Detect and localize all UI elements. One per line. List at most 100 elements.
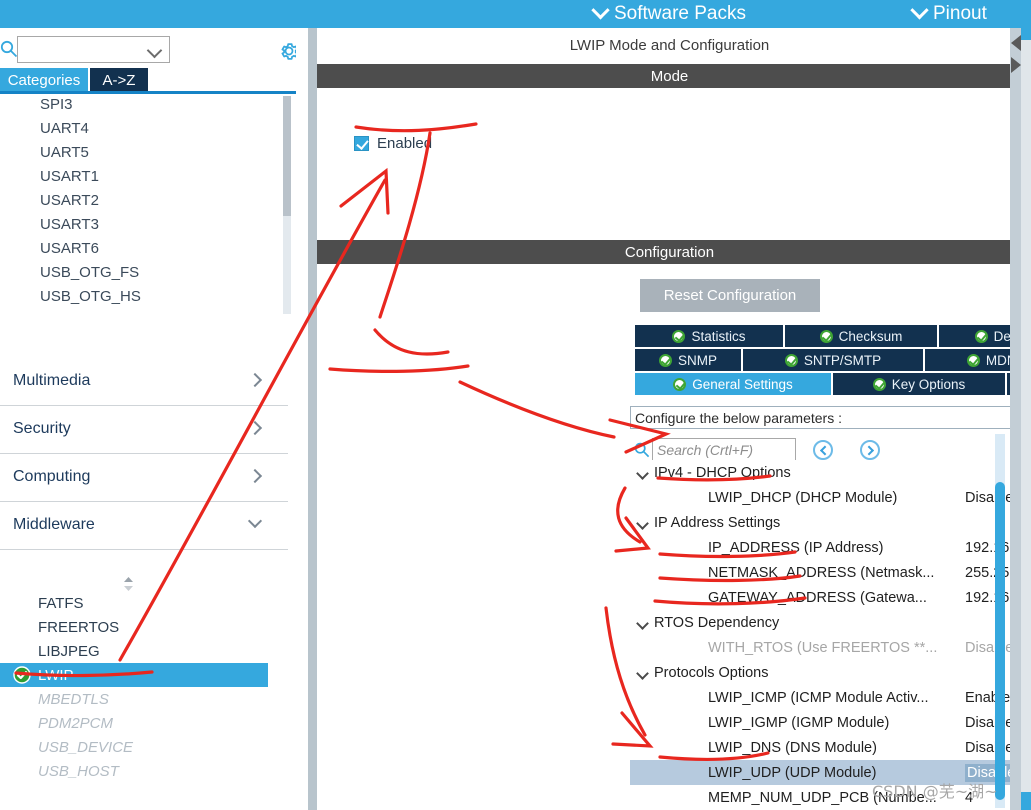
left-sidebar: Categories A->Z SPI3 UART4 UART5 USART1 USAR… [0,28,296,810]
enabled-checkbox-row[interactable]: Enabled [354,135,432,152]
tree-group-label: RTOS Dependency [654,614,780,631]
category-security[interactable]: Security [0,406,288,454]
category-computing[interactable]: Computing [0,454,288,502]
chevron-right-icon[interactable] [247,372,263,388]
peripheral-item[interactable]: UART5 [40,144,89,161]
window-scrollbar-track[interactable] [1021,28,1031,810]
chevron-right-icon[interactable] [247,468,263,484]
peripheral-item[interactable]: USART6 [40,240,99,257]
check-circle-icon [672,329,686,343]
tab-checksum[interactable]: Checksum [785,325,937,347]
category-label: Multimedia [13,372,91,389]
middleware-item-pdm2pcm[interactable]: PDM2PCM [0,711,268,735]
chevron-down-icon [591,0,610,19]
middleware-item-usb_device[interactable]: USB_DEVICE [0,735,268,759]
main-scrollbar-track[interactable] [1010,28,1021,810]
peripheral-item[interactable]: USART1 [40,168,99,185]
middleware-label: USB_HOST [38,762,119,780]
chevron-down-icon[interactable] [636,467,649,480]
collapse-right-icon[interactable] [1011,57,1021,73]
chevron-down-icon[interactable] [146,42,163,59]
collapse-left-icon[interactable] [1011,35,1021,51]
parameter-tree: IPv4 - DHCP Options LWIP_DHCP (DHCP Modul… [630,460,1031,810]
middleware-item-lwip[interactable]: LWIP [0,663,268,687]
middleware-label: FREERTOS [38,618,120,636]
tab-key-options[interactable]: Key Options [833,373,1005,395]
peripheral-item[interactable]: USART2 [40,192,99,209]
configuration-tab-row: General SettingsKey OptionsPPPIPv6HTTPD [635,373,1031,395]
tab-a-to-z[interactable]: A->Z [90,68,148,92]
tree-group-label: Protocols Options [654,664,769,681]
tree-parameter-row[interactable]: LWIP_IGMP (IGMP Module) Disabled [630,710,1031,735]
search-icon [0,40,18,58]
chevron-down-icon[interactable] [636,617,649,630]
configuration-tab-row: SNMPSNTP/SMTPMDNS/TFTPPerf/Checks [635,349,1031,371]
chevron-right-icon [863,445,874,455]
category-label: Computing [13,468,91,485]
tree-parameter-row[interactable]: LWIP_DNS (DNS Module) Disabled [630,735,1031,760]
middleware-item-freertos[interactable]: FREERTOS [0,615,268,639]
tab-statistics[interactable]: Statistics [635,325,783,347]
check-circle-icon [819,329,833,343]
parameter-name: LWIP_IGMP (IGMP Module) [708,714,890,731]
pinout-menu[interactable]: Pinout [910,0,987,28]
peripheral-item[interactable]: UART4 [40,120,89,137]
gear-icon[interactable] [278,40,296,62]
tab-categories-label: Categories [7,71,81,89]
chevron-right-icon[interactable] [247,420,263,436]
check-circle-icon [673,377,687,391]
window-scrollbar-thumb-bottom[interactable] [1021,792,1031,810]
peripheral-scrollbar-thumb[interactable] [283,96,291,216]
parameter-search-input[interactable]: Search (Crtl+F) [652,438,796,462]
middleware-label: FATFS [38,594,84,612]
tree-parameter-row[interactable]: NETMASK_ADDRESS (Netmask...255.255.255.0… [630,560,1031,585]
page-title: LWIP Mode and Configuration [317,30,1022,60]
tab-label: Checksum [838,328,903,344]
nav-previous-button[interactable] [813,440,833,460]
nav-next-button[interactable] [860,440,880,460]
tree-group-row[interactable]: RTOS Dependency [630,610,1031,635]
parameter-name: LWIP_ICMP (ICMP Module Activ... [708,689,929,706]
chevron-left-icon [819,445,830,455]
parameter-scrollbar-thumb[interactable] [995,482,1005,800]
peripheral-item[interactable]: USB_OTG_FS [40,264,139,281]
middleware-item-fatfs[interactable]: FATFS [0,591,268,615]
tree-parameter-row[interactable]: WITH_RTOS (Use FREERTOS **... Disabled [630,635,1031,660]
app-window: Software Packs Pinout Categories A->Z SP… [0,0,1031,810]
enabled-checkbox[interactable] [354,136,369,151]
middleware-item-mbedtls[interactable]: MBEDTLS [0,687,268,711]
software-packs-menu[interactable]: Software Packs [591,0,746,28]
peripheral-item[interactable]: USB_OTG_HS [40,288,141,305]
tab-sntp-smtp[interactable]: SNTP/SMTP [743,349,923,371]
tree-group-row[interactable]: IPv4 - DHCP Options [630,460,1031,485]
tree-parameter-row[interactable]: LWIP_DHCP (DHCP Module) Disabled [630,485,1031,510]
tree-parameter-row[interactable]: GATEWAY_ADDRESS (Gatewa...192.168.000.00… [630,585,1031,610]
check-circle-icon [658,353,672,367]
middleware-item-usb_host[interactable]: USB_HOST [0,759,268,783]
peripheral-item[interactable]: SPI3 [40,96,73,113]
tab-categories[interactable]: Categories [0,68,88,92]
watermark: CSDN @芜~湖~ [872,782,998,801]
reset-configuration-button[interactable]: Reset Configuration [640,279,820,312]
tree-group-label: IP Address Settings [654,514,781,531]
chevron-down-icon[interactable] [636,667,649,680]
category-multimedia[interactable]: Multimedia [0,358,288,406]
chevron-down-icon[interactable] [636,517,649,530]
tree-group-row[interactable]: Protocols Options [630,660,1031,685]
middleware-spinner-icon[interactable] [122,576,135,592]
tree-parameter-row[interactable]: LWIP_ICMP (ICMP Module Activ... Enabled [630,685,1031,710]
peripheral-item[interactable]: USART3 [40,216,99,233]
window-scrollbar-thumb[interactable] [1021,28,1031,40]
middleware-label: MBEDTLS [38,690,109,708]
tab-label: Statistics [691,328,746,344]
search-input[interactable] [17,36,170,63]
tab-general-settings[interactable]: General Settings [635,373,831,395]
middleware-item-libjpeg[interactable]: LIBJPEG [0,639,268,663]
tab-snmp[interactable]: SNMP [635,349,741,371]
tree-parameter-row[interactable]: IP_ADDRESS (IP Address)192.168.000.115 [630,535,1031,560]
tree-group-row[interactable]: IP Address Settings [630,510,1031,535]
tree-group-label: IPv4 - DHCP Options [654,464,791,481]
check-circle-icon [872,377,886,391]
chevron-down-icon[interactable] [247,513,263,529]
category-middleware[interactable]: Middleware [0,502,288,550]
